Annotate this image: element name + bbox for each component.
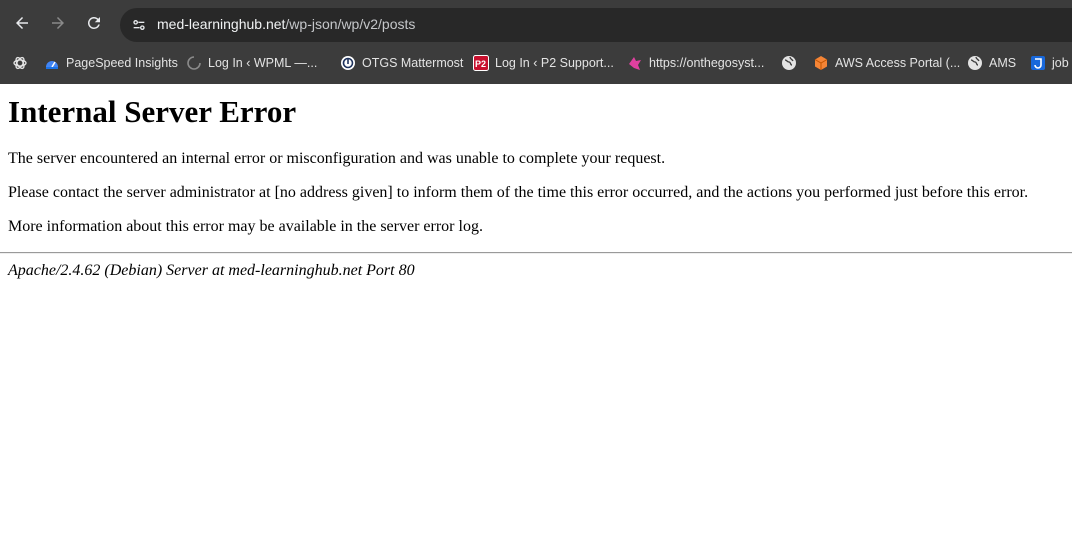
error-paragraph: The server encountered an internal error… <box>8 150 666 167</box>
globe-icon <box>967 55 983 71</box>
bookmark-ams[interactable]: AMS <box>967 52 1016 74</box>
bookmark-wpml[interactable]: Log In ‹ WPML —... <box>186 52 317 74</box>
url-text[interactable]: med-learninghub.net/wp-json/wp/v2/posts <box>157 16 415 32</box>
url-host: med-learninghub.net <box>157 16 286 32</box>
browser-toolbar: med-learninghub.net/wp-json/wp/v2/posts <box>0 0 1072 46</box>
p2-icon: P2 <box>473 55 489 71</box>
page-title: Internal Server Error <box>8 94 297 129</box>
bookmark-aws-access-portal[interactable]: AWS Access Portal (... <box>813 52 960 74</box>
bookmark-openai[interactable] <box>12 52 34 74</box>
url-path: /wp-json/wp/v2/posts <box>285 16 416 32</box>
bookmark-pagespeed[interactable]: PageSpeed Insights <box>44 52 178 74</box>
bookmark-mattermost[interactable]: OTGS Mattermost <box>340 52 463 74</box>
error-paragraph: Please contact the server administrator … <box>8 184 1029 201</box>
svg-text:P2: P2 <box>475 59 486 69</box>
error-paragraph: More information about this error may be… <box>8 218 483 235</box>
bookmark-globe[interactable] <box>781 52 803 74</box>
address-bar[interactable]: med-learninghub.net/wp-json/wp/v2/posts <box>120 8 1072 42</box>
bookmark-label: https://onthegosyst... <box>649 56 765 70</box>
mattermost-icon <box>340 55 356 71</box>
site-info-icon[interactable] <box>128 14 150 36</box>
pink-bird-icon <box>627 55 643 71</box>
bookmarks-bar: PageSpeed Insights Log In ‹ WPML —... OT… <box>0 46 1072 80</box>
server-signature: Apache/2.4.62 (Debian) Server at med-lea… <box>8 262 415 279</box>
pagespeed-icon <box>44 55 60 71</box>
back-arrow-icon[interactable] <box>10 11 34 35</box>
bookmark-p2-support[interactable]: P2 Log In ‹ P2 Support... <box>473 52 614 74</box>
bookmark-label: PageSpeed Insights <box>66 56 178 70</box>
loading-icon <box>186 55 202 71</box>
openai-icon <box>12 55 28 71</box>
bookmark-onthegosystems[interactable]: https://onthegosyst... <box>627 52 764 74</box>
aws-cube-icon <box>813 55 829 71</box>
browser-chrome: med-learninghub.net/wp-json/wp/v2/posts … <box>0 0 1072 84</box>
bookmark-label: OTGS Mattermost <box>362 56 464 70</box>
globe-icon <box>781 55 797 71</box>
bookmark-label: Log In ‹ P2 Support... <box>495 56 614 70</box>
bookmark-job[interactable]: job <box>1030 52 1069 74</box>
bookmark-label: Log In ‹ WPML —... <box>208 56 318 70</box>
jira-icon <box>1030 55 1046 71</box>
horizontal-rule <box>0 252 1072 254</box>
bookmark-label: AWS Access Portal (... <box>835 56 961 70</box>
bookmark-label: job <box>1052 56 1069 70</box>
bookmark-label: AMS <box>989 56 1017 70</box>
reload-icon[interactable] <box>82 11 106 35</box>
forward-arrow-icon[interactable] <box>46 11 70 35</box>
